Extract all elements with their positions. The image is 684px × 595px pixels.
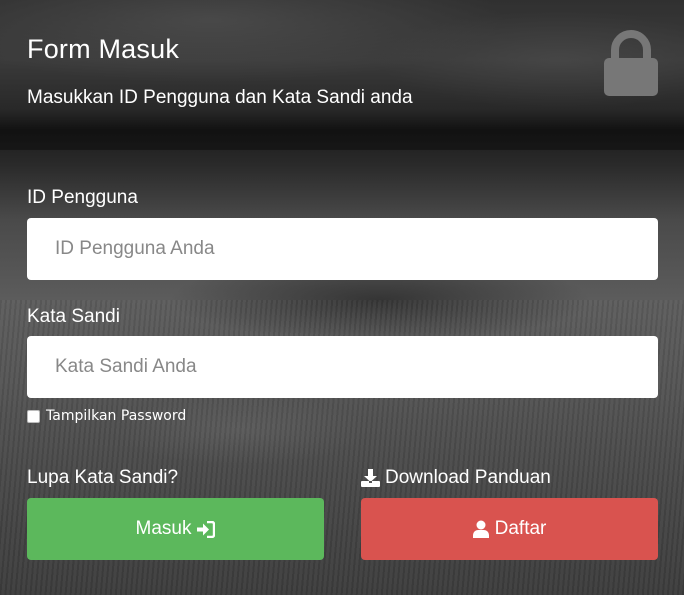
sign-in-icon [197,520,216,538]
page-title: Form Masuk [27,34,180,64]
show-password-row[interactable]: Tampilkan Password [27,408,186,424]
login-button[interactable]: Masuk [27,498,324,560]
forgot-password-link[interactable]: Lupa Kata Sandi? [27,467,178,489]
header-panel [0,0,684,150]
lock-icon [602,28,660,98]
password-label: Kata Sandi [27,306,120,327]
download-guide-link[interactable]: Download Panduan [361,467,551,489]
username-input[interactable] [27,218,658,280]
show-password-checkbox[interactable] [27,409,40,423]
show-password-label[interactable]: Tampilkan Password [46,408,186,424]
password-input[interactable] [27,336,658,398]
login-button-label: Masuk [135,518,192,539]
username-label: ID Pengguna [27,187,138,208]
download-guide-label[interactable]: Download Panduan [385,467,551,489]
register-button[interactable]: Daftar [361,498,658,560]
register-button-label: Daftar [494,518,547,539]
forgot-password-label[interactable]: Lupa Kata Sandi? [27,467,178,489]
user-icon [472,520,489,538]
page-subtitle: Masukkan ID Pengguna dan Kata Sandi anda [27,87,413,108]
download-icon [361,469,380,487]
